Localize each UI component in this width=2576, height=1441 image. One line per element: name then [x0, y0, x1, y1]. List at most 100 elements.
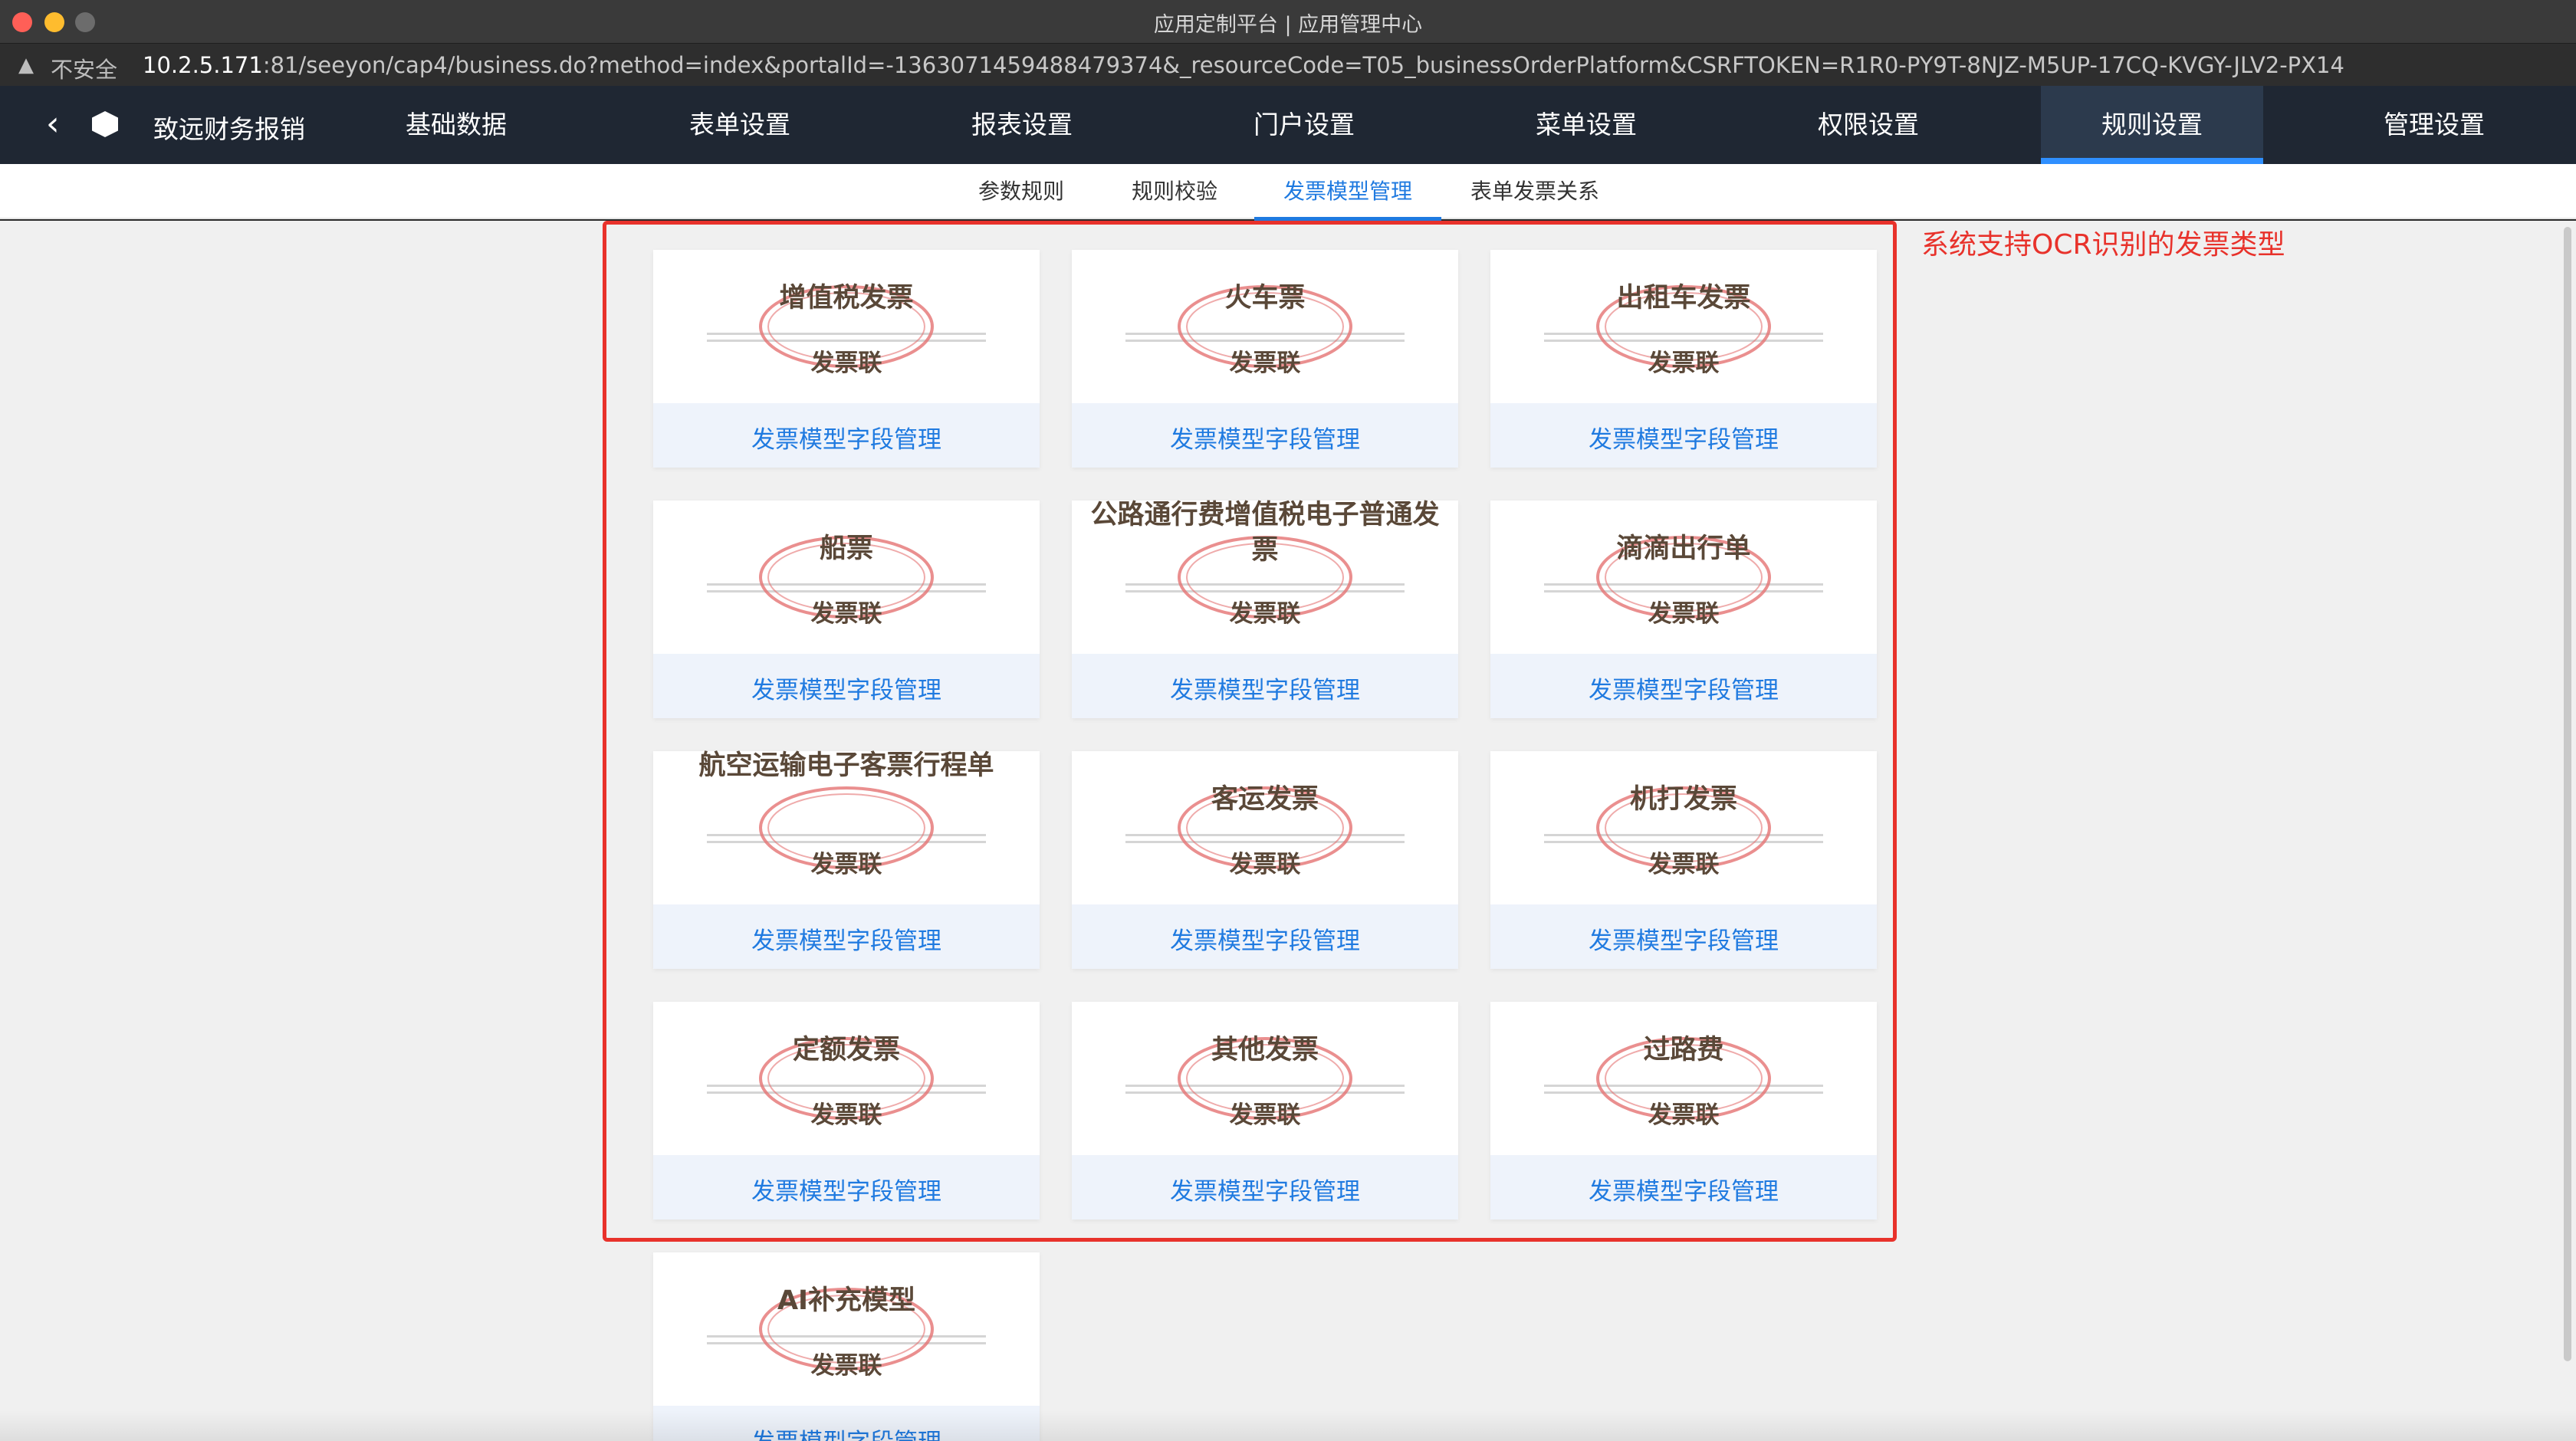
invoice-card[interactable]: 航空运输电子客票行程单发票联发票模型字段管理	[653, 750, 1040, 969]
app-logo-icon	[92, 111, 118, 137]
invoice-card[interactable]: 公路通行费增值税电子普通发票发票联发票模型字段管理	[1072, 500, 1458, 718]
invoice-card-preview: 客运发票 发票联	[1072, 751, 1458, 904]
url-text[interactable]: 10.2.5.171:81/seeyon/cap4/business.do?me…	[143, 52, 2344, 78]
field-management-link[interactable]: 发票模型字段管理	[1072, 921, 1458, 956]
invoice-card-footer: 发票模型字段管理	[1072, 1155, 1458, 1219]
invoice-card-footer: 发票模型字段管理	[653, 654, 1040, 718]
invoice-card[interactable]: 增值税发票发票联发票模型字段管理	[653, 250, 1040, 468]
stamp-label: 发票联	[810, 1101, 882, 1129]
invoice-card-footer: 发票模型字段管理	[1072, 403, 1458, 468]
invoice-card[interactable]: 出租车发票发票联发票模型字段管理	[1490, 250, 1877, 468]
nav-item-rule-settings[interactable]: 规则设置	[2041, 86, 2263, 164]
url-path: :81/seeyon/cap4/business.do?method=index…	[262, 52, 2344, 78]
nav-item-portal-settings[interactable]: 门户设置	[1193, 86, 1415, 164]
invoice-card-footer: 发票模型字段管理	[1490, 904, 1877, 969]
vertical-scrollbar[interactable]	[2564, 227, 2571, 1361]
stamp-label: 发票联	[1229, 350, 1301, 377]
window-titlebar: 应用定制平台 | 应用管理中心	[0, 0, 2576, 43]
invoice-card-preview: 航空运输电子客票行程单发票联	[653, 750, 1040, 904]
invoice-card-footer: 发票模型字段管理	[1490, 403, 1877, 468]
invoice-type-title: 出租车发票	[1616, 283, 1751, 313]
warning-icon: ▲	[18, 54, 34, 77]
invoice-card-preview: 船票 发票联	[653, 501, 1040, 654]
stamp-label: 发票联	[1229, 851, 1301, 878]
invoice-card-footer: 发票模型字段管理	[1490, 1155, 1877, 1219]
tab-rule-validation[interactable]: 规则校验	[1121, 164, 1228, 219]
invoice-type-title: AI补充模型	[777, 1285, 916, 1316]
field-management-link[interactable]: 发票模型字段管理	[653, 671, 1040, 705]
invoice-card-preview: 出租车发票 发票联	[1490, 250, 1877, 403]
stamp-label: 发票联	[810, 851, 882, 878]
invoice-type-title: 增值税发票	[779, 283, 914, 313]
main-content: 系统支持OCR识别的发票类型 增值税发票 发票联 发票模型字段管理 火车票 发票联 发票模…	[0, 221, 2576, 1441]
nav-item-report-settings[interactable]: 报表设置	[911, 86, 1133, 164]
stamp-label: 发票联	[1648, 600, 1720, 628]
stamp-label: 发票联	[1648, 1101, 1720, 1129]
field-management-link[interactable]: 发票模型字段管理	[653, 420, 1040, 455]
field-management-link[interactable]: 发票模型字段管理	[1072, 671, 1458, 705]
invoice-type-title: 火车票	[1224, 283, 1306, 313]
nav-item-basic-data[interactable]: 基础数据	[345, 86, 567, 164]
invoice-card-footer: 发票模型字段管理	[1490, 654, 1877, 718]
invoice-card[interactable]: 火车票发票联发票模型字段管理	[1072, 250, 1458, 468]
invoice-type-title: 航空运输电子客票行程单	[698, 750, 994, 781]
invoice-card-footer: 发票模型字段管理	[1072, 904, 1458, 969]
invoice-card-footer: 发票模型字段管理	[653, 403, 1040, 468]
app-name: 致远财务报销	[153, 114, 305, 144]
invoice-card-preview: 滴滴出行单 发票联	[1490, 501, 1877, 654]
invoice-type-title: 机打发票	[1629, 784, 1737, 815]
field-management-link[interactable]: 发票模型字段管理	[653, 1172, 1040, 1206]
stamp-label: 发票联	[810, 600, 882, 628]
address-bar[interactable]: ▲ 不安全 10.2.5.171:81/seeyon/cap4/business…	[0, 43, 2576, 86]
security-label: 不安全	[51, 57, 118, 83]
invoice-type-title: 船票	[819, 533, 873, 564]
invoice-type-title: 滴滴出行单	[1616, 533, 1751, 564]
tab-parameter-rules[interactable]: 参数规则	[968, 164, 1075, 219]
invoice-card-preview: 公路通行费增值税电子普通发票发票联	[1072, 500, 1458, 654]
stamp-label: 发票联	[810, 1352, 882, 1380]
nav-item-form-settings[interactable]: 表单设置	[629, 86, 851, 164]
stamp-label: 发票联	[1648, 851, 1720, 878]
invoice-card-footer: 发票模型字段管理	[653, 904, 1040, 969]
field-management-link[interactable]: 发票模型字段管理	[653, 921, 1040, 956]
invoice-card-preview: 机打发票 发票联	[1490, 751, 1877, 904]
invoice-type-title: 其他发票	[1211, 1035, 1319, 1065]
top-nav: ‹ 致远财务报销 基础数据 表单设置 报表设置 门户设置 菜单设置 权限设置 规…	[0, 86, 2576, 164]
annotation-text: 系统支持OCR识别的发票类型	[1921, 229, 2285, 261]
stamp-label: 发票联	[1229, 600, 1301, 628]
url-host: 10.2.5.171	[143, 52, 263, 78]
invoice-card-preview: 火车票 发票联	[1072, 250, 1458, 403]
field-management-link[interactable]: 发票模型字段管理	[1072, 1172, 1458, 1206]
invoice-card[interactable]: 其他发票发票联发票模型字段管理	[1072, 1002, 1458, 1219]
invoice-type-title: 公路通行费增值税电子普通发票	[1090, 500, 1440, 566]
invoice-type-title: 过路费	[1643, 1035, 1724, 1065]
nav-item-menu-settings[interactable]: 菜单设置	[1475, 86, 1697, 164]
window-title: 应用定制平台 | 应用管理中心	[1153, 13, 1423, 37]
field-management-link[interactable]: 发票模型字段管理	[1490, 420, 1877, 455]
invoice-card[interactable]: 船票发票联发票模型字段管理	[653, 501, 1040, 718]
invoice-card-preview: 增值税发票 发票联	[653, 250, 1040, 403]
invoice-card[interactable]: 客运发票 发票联发票模型字段管理	[1072, 751, 1458, 969]
invoice-card-preview: 定额发票 发票联	[653, 1002, 1040, 1155]
field-management-link[interactable]: 发票模型字段管理	[1490, 921, 1877, 956]
stamp-label: 发票联	[1648, 350, 1720, 377]
field-management-link[interactable]: 发票模型字段管理	[1072, 420, 1458, 455]
stamp-label: 发票联	[810, 350, 882, 377]
invoice-card[interactable]: 机打发票发票联发票模型字段管理	[1490, 751, 1877, 969]
invoice-card[interactable]: 过路费发票联发票模型字段管理	[1490, 1002, 1877, 1219]
tab-invoice-model-management[interactable]: 发票模型管理	[1254, 164, 1441, 221]
field-management-link[interactable]: 发票模型字段管理	[1490, 671, 1877, 705]
tab-form-invoice-relation[interactable]: 表单发票关系	[1460, 164, 1610, 219]
invoice-card-footer: 发票模型字段管理	[1072, 654, 1458, 718]
invoice-card[interactable]: 滴滴出行单发票联发票模型字段管理	[1490, 501, 1877, 718]
invoice-card[interactable]: 定额发票 发票联发票模型字段管理	[653, 1002, 1040, 1219]
back-icon[interactable]: ‹	[46, 107, 77, 141]
field-management-link[interactable]: 发票模型字段管理	[1490, 1172, 1877, 1206]
invoice-card-preview: 过路费 发票联	[1490, 1002, 1877, 1155]
stamp-label: 发票联	[1229, 1101, 1301, 1129]
invoice-card-preview: 其他发票 发票联	[1072, 1002, 1458, 1155]
invoice-card-footer: 发票模型字段管理	[653, 1155, 1040, 1219]
nav-item-admin-settings[interactable]: 管理设置	[2323, 86, 2545, 164]
invoice-card-preview: AI补充模型 发票联	[653, 1252, 1040, 1406]
nav-item-permission-settings[interactable]: 权限设置	[1757, 86, 1980, 164]
